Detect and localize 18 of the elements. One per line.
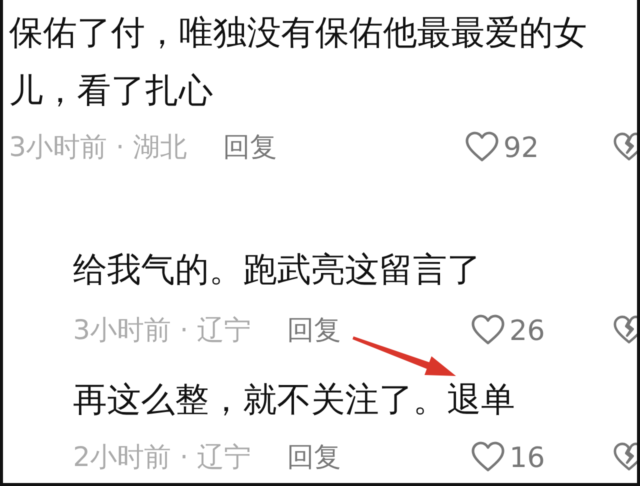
heart-icon[interactable] — [471, 314, 506, 346]
broken-heart-icon[interactable] — [613, 442, 637, 472]
comment-time-location: 2小时前 · 辽宁 — [73, 441, 251, 475]
comment-time-location: 3小时前 · 辽宁 — [73, 314, 251, 348]
comment-text: 给我气的。跑武亮这留言了 — [73, 249, 481, 291]
like-count: 92 — [503, 130, 539, 164]
comment-text: 再这么整，就不关注了。退单 — [73, 379, 515, 421]
reply-link[interactable]: 回复 — [222, 129, 277, 165]
reply-link[interactable]: 回复 — [286, 312, 341, 348]
like-count: 26 — [509, 314, 545, 346]
comment-time-location: 3小时前 · 湖北 — [9, 131, 187, 165]
broken-heart-icon[interactable] — [613, 132, 637, 162]
heart-icon[interactable] — [471, 441, 506, 473]
broken-heart-icon[interactable] — [613, 315, 637, 345]
comment-text: 保佑了付，唯独没有保佑他最最爱的女儿，看了扎心 — [9, 12, 588, 113]
reply-link[interactable]: 回复 — [286, 439, 341, 475]
heart-icon[interactable] — [465, 131, 500, 163]
like-count: 16 — [509, 440, 545, 474]
